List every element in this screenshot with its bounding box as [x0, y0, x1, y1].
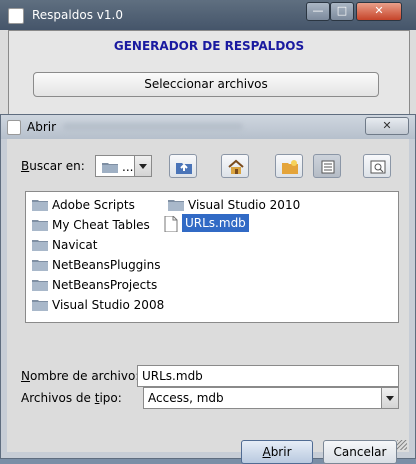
details-view-button[interactable]	[363, 154, 391, 178]
resize-grip[interactable]	[397, 440, 407, 450]
file-name: NetBeansProjects	[52, 278, 158, 292]
details-view-icon	[370, 160, 386, 174]
list-view-icon	[321, 160, 335, 174]
home-button[interactable]	[221, 154, 249, 178]
file-name: URLs.mdb	[182, 214, 249, 232]
home-icon	[228, 159, 244, 174]
up-folder-button[interactable]	[169, 154, 197, 178]
close-button[interactable]: ✕	[356, 2, 402, 21]
folder-icon	[32, 200, 48, 211]
folder-icon	[32, 220, 48, 231]
file-name: NetBeansPluggins	[52, 258, 161, 272]
minimize-button[interactable]: —	[306, 2, 330, 21]
dialog-title: Abrir	[27, 120, 57, 134]
file-type-combo[interactable]: Access, mdb	[143, 387, 399, 409]
java-app-icon	[8, 8, 24, 24]
open-button[interactable]: Abrir	[241, 440, 313, 464]
file-type-value: Access, mdb	[148, 391, 224, 405]
file-name: Adobe Scripts	[52, 198, 135, 212]
look-in-value: ...	[122, 160, 134, 174]
file-name: Navicat	[52, 238, 98, 252]
list-view-button[interactable]	[313, 154, 341, 178]
chevron-down-icon[interactable]	[381, 388, 398, 408]
java-app-icon	[7, 120, 21, 135]
folder-icon	[32, 260, 48, 271]
dialog-body: Buscar en: ... Adobe Scripts My Cheat Tab…	[7, 139, 409, 464]
look-in-combo[interactable]: ...	[95, 155, 152, 177]
document-icon	[164, 216, 178, 232]
file-list[interactable]: Adobe Scripts My Cheat Tables Navicat NetBe…	[25, 191, 399, 323]
maximize-button[interactable]: □	[330, 2, 354, 21]
close-icon: ✕	[374, 4, 384, 17]
select-files-button[interactable]: Seleccionar archivos	[33, 72, 379, 97]
maximize-icon: □	[336, 4, 348, 17]
new-folder-icon	[282, 160, 298, 174]
dialog-title-bar[interactable]: Abrir ✕	[1, 115, 415, 139]
folder-icon	[168, 200, 184, 211]
file-name: Visual Studio 2010	[188, 198, 301, 212]
close-icon: ✕	[382, 119, 392, 132]
file-name-label: Nombre de archivo:	[21, 369, 140, 383]
minimize-icon: —	[312, 4, 324, 17]
folder-icon	[32, 300, 48, 311]
generator-heading: GENERADOR DE RESPALDOS	[113, 39, 305, 53]
up-folder-icon	[176, 163, 192, 174]
look-in-label: Buscar en:	[21, 159, 85, 173]
folder-icon	[102, 163, 118, 173]
blurred-path	[63, 123, 243, 131]
folder-icon	[32, 240, 48, 251]
folder-icon	[32, 280, 48, 291]
open-dialog: Abrir ✕ Buscar en: ... Adobe Scripts My C…	[0, 114, 416, 464]
chevron-down-icon[interactable]	[134, 156, 151, 176]
main-window-title: Respaldos v1.0	[32, 8, 123, 22]
file-name: Visual Studio 2008	[52, 298, 165, 312]
file-name-input[interactable]: URLs.mdb	[137, 365, 399, 387]
file-name: My Cheat Tables	[52, 218, 150, 232]
dialog-close-button[interactable]: ✕	[365, 117, 409, 135]
file-type-label: Archivos de tipo:	[21, 391, 122, 405]
cancel-button[interactable]: Cancelar	[323, 440, 397, 464]
new-folder-button[interactable]	[275, 154, 303, 178]
main-title-bar[interactable]: Respaldos v1.0 — □ ✕	[0, 0, 416, 30]
